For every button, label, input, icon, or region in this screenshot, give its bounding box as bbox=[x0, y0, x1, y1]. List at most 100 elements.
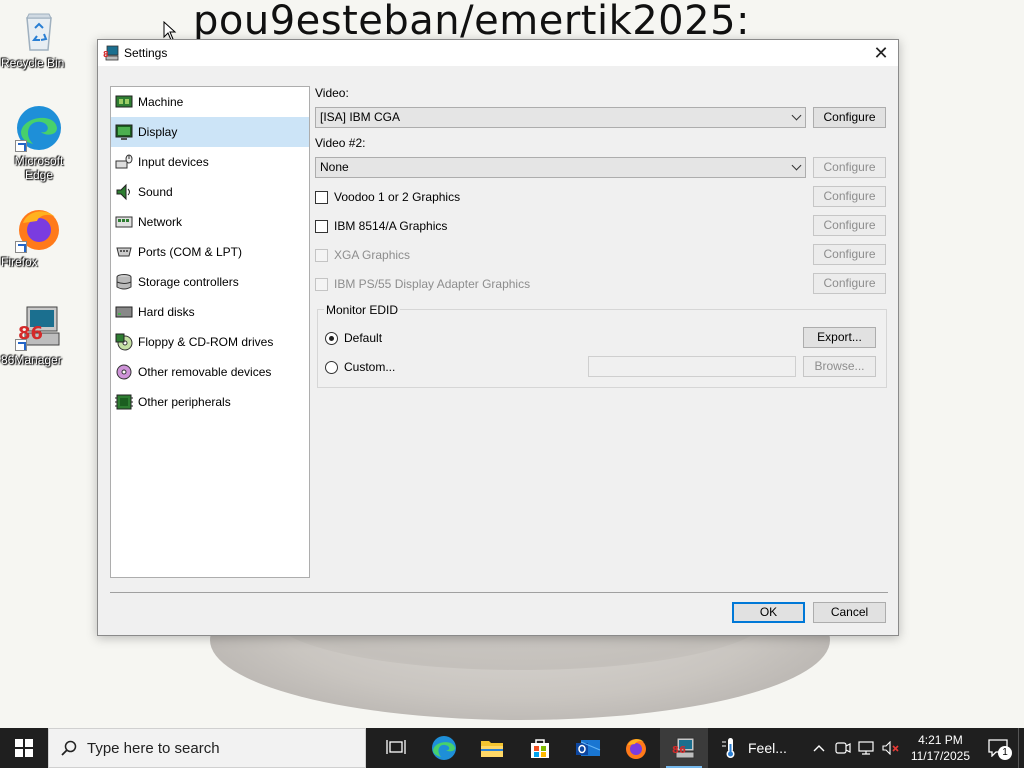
show-hidden-icons-button[interactable] bbox=[807, 728, 831, 768]
ibm8514-configure-button[interactable]: Configure bbox=[813, 215, 886, 236]
sidebar-item-input-devices[interactable]: Input devices bbox=[111, 147, 309, 177]
mouse-cursor-icon bbox=[163, 21, 177, 41]
hard-disk-icon bbox=[115, 303, 133, 321]
network-icon bbox=[115, 213, 133, 231]
desktop-icon-86manager[interactable]: 86 86Manager bbox=[1, 303, 77, 367]
show-desktop-button[interactable] bbox=[1018, 728, 1024, 768]
chevron-down-icon bbox=[791, 160, 802, 171]
voodoo-checkbox[interactable] bbox=[315, 190, 328, 204]
edge-icon bbox=[432, 736, 456, 760]
xga-configure-button[interactable]: Configure bbox=[813, 244, 886, 265]
sidebar-item-other-peripherals[interactable]: Other peripherals bbox=[111, 387, 309, 417]
close-icon: ✕ bbox=[873, 42, 889, 63]
settings-category-list[interactable]: Machine Display Input devices Sound Netw… bbox=[110, 86, 310, 578]
close-button[interactable]: ✕ bbox=[864, 40, 898, 66]
clock[interactable]: 4:21 PM 11/17/2025 bbox=[903, 732, 978, 764]
sidebar-item-label: Storage controllers bbox=[138, 275, 239, 289]
system-tray: 4:21 PM 11/17/2025 1 bbox=[807, 728, 1024, 768]
shortcut-arrow-icon bbox=[15, 140, 27, 152]
desktop-icon-recycle-bin[interactable]: Recycle Bin bbox=[1, 6, 77, 70]
video-label: Video: bbox=[315, 86, 349, 100]
edid-custom-label: Custom... bbox=[344, 360, 396, 374]
sidebar-item-sound[interactable]: Sound bbox=[111, 177, 309, 207]
xga-label: XGA Graphics bbox=[334, 248, 411, 262]
task-view-button[interactable] bbox=[372, 728, 420, 768]
taskbar-firefox[interactable] bbox=[612, 728, 660, 768]
ibm8514-checkbox-row[interactable]: IBM 8514/A Graphics bbox=[315, 218, 447, 234]
voodoo-checkbox-row[interactable]: Voodoo 1 or 2 Graphics bbox=[315, 189, 460, 205]
edid-custom-option[interactable]: Custom... bbox=[325, 359, 395, 375]
sidebar-item-label: Machine bbox=[138, 95, 184, 109]
ibm8514-checkbox[interactable] bbox=[315, 219, 328, 233]
taskbar-file-explorer[interactable] bbox=[468, 728, 516, 768]
weather-widget[interactable]: Feel... bbox=[708, 728, 797, 768]
sidebar-item-label: Other removable devices bbox=[138, 365, 272, 379]
taskbar-search-box[interactable]: Type here to search bbox=[48, 728, 366, 768]
wallpaper-text: pou9esteban/emertik2025: bbox=[193, 0, 750, 44]
sidebar-item-floppy-cdrom[interactable]: Floppy & CD-ROM drives bbox=[111, 327, 309, 357]
browse-button[interactable]: Browse... bbox=[803, 356, 876, 377]
meet-now-button[interactable] bbox=[831, 728, 855, 768]
svg-text:86: 86 bbox=[672, 745, 686, 756]
footer-separator bbox=[110, 592, 888, 593]
meet-now-icon bbox=[835, 742, 851, 754]
ok-button[interactable]: OK bbox=[732, 602, 805, 623]
notification-center-button[interactable]: 1 bbox=[978, 728, 1018, 768]
86box-icon: 86 bbox=[672, 737, 695, 759]
sidebar-item-label: Display bbox=[138, 125, 178, 139]
storage-icon bbox=[115, 273, 133, 291]
title-bar[interactable]: 8 Settings ✕ bbox=[98, 40, 898, 66]
sound-icon bbox=[115, 183, 133, 201]
sidebar-item-label: Ports (COM & LPT) bbox=[138, 245, 243, 259]
video2-select[interactable]: None bbox=[315, 157, 806, 178]
taskbar-86box[interactable]: 86 bbox=[660, 728, 708, 768]
86box-app-icon: 8 bbox=[103, 45, 119, 61]
start-button[interactable] bbox=[0, 728, 48, 768]
video2-select-value: None bbox=[320, 160, 349, 174]
sidebar-item-storage-controllers[interactable]: Storage controllers bbox=[111, 267, 309, 297]
volume-muted-icon bbox=[882, 741, 899, 755]
xga-checkbox-row[interactable]: XGA Graphics bbox=[315, 247, 410, 263]
sidebar-item-label: Floppy & CD-ROM drives bbox=[138, 335, 274, 349]
folder-icon bbox=[481, 741, 503, 757]
sidebar-item-display[interactable]: Display bbox=[111, 117, 309, 147]
sidebar-item-ports[interactable]: Ports (COM & LPT) bbox=[111, 237, 309, 267]
sidebar-item-network[interactable]: Network bbox=[111, 207, 309, 237]
windows-logo-icon bbox=[15, 739, 33, 757]
network-tray-icon bbox=[858, 741, 874, 755]
video2-configure-button[interactable]: Configure bbox=[813, 157, 886, 178]
sidebar-item-hard-disks[interactable]: Hard disks bbox=[111, 297, 309, 327]
settings-window: 8 Settings ✕ Machine Display Input devic… bbox=[97, 39, 899, 636]
video-configure-button[interactable]: Configure bbox=[813, 107, 886, 128]
edid-default-label: Default bbox=[344, 331, 383, 345]
volume-button[interactable] bbox=[879, 728, 903, 768]
shortcut-arrow-icon bbox=[15, 339, 27, 351]
desktop-icon-edge[interactable]: Microsoft Edge bbox=[1, 104, 77, 182]
export-button[interactable]: Export... bbox=[803, 327, 876, 348]
xga-checkbox[interactable] bbox=[315, 248, 328, 262]
edid-custom-radio[interactable] bbox=[325, 360, 338, 374]
taskbar-store[interactable] bbox=[516, 728, 564, 768]
ps55-checkbox-row[interactable]: IBM PS/55 Display Adapter Graphics bbox=[315, 276, 530, 292]
input-devices-icon bbox=[115, 153, 133, 171]
sidebar-item-machine[interactable]: Machine bbox=[111, 87, 309, 117]
desktop-icon-firefox[interactable]: Firefox bbox=[1, 205, 77, 269]
edid-custom-path-field[interactable] bbox=[588, 356, 796, 377]
desktop-icon-label: Recycle Bin bbox=[1, 56, 65, 70]
taskbar-edge[interactable] bbox=[420, 728, 468, 768]
edid-default-option[interactable]: Default bbox=[325, 330, 382, 346]
network-tray-button[interactable] bbox=[855, 728, 879, 768]
store-icon bbox=[531, 739, 549, 758]
cancel-button[interactable]: Cancel bbox=[813, 602, 886, 623]
firefox-icon bbox=[15, 205, 63, 253]
ps55-configure-button[interactable]: Configure bbox=[813, 273, 886, 294]
ps55-checkbox[interactable] bbox=[315, 277, 328, 291]
taskbar-outlook[interactable] bbox=[564, 728, 612, 768]
sidebar-item-other-removable[interactable]: Other removable devices bbox=[111, 357, 309, 387]
video-select[interactable]: [ISA] IBM CGA bbox=[315, 107, 806, 128]
thermometer-icon bbox=[722, 738, 735, 758]
voodoo-configure-button[interactable]: Configure bbox=[813, 186, 886, 207]
notification-badge: 1 bbox=[998, 746, 1012, 760]
machine-icon bbox=[115, 93, 133, 111]
edid-default-radio[interactable] bbox=[325, 331, 338, 345]
